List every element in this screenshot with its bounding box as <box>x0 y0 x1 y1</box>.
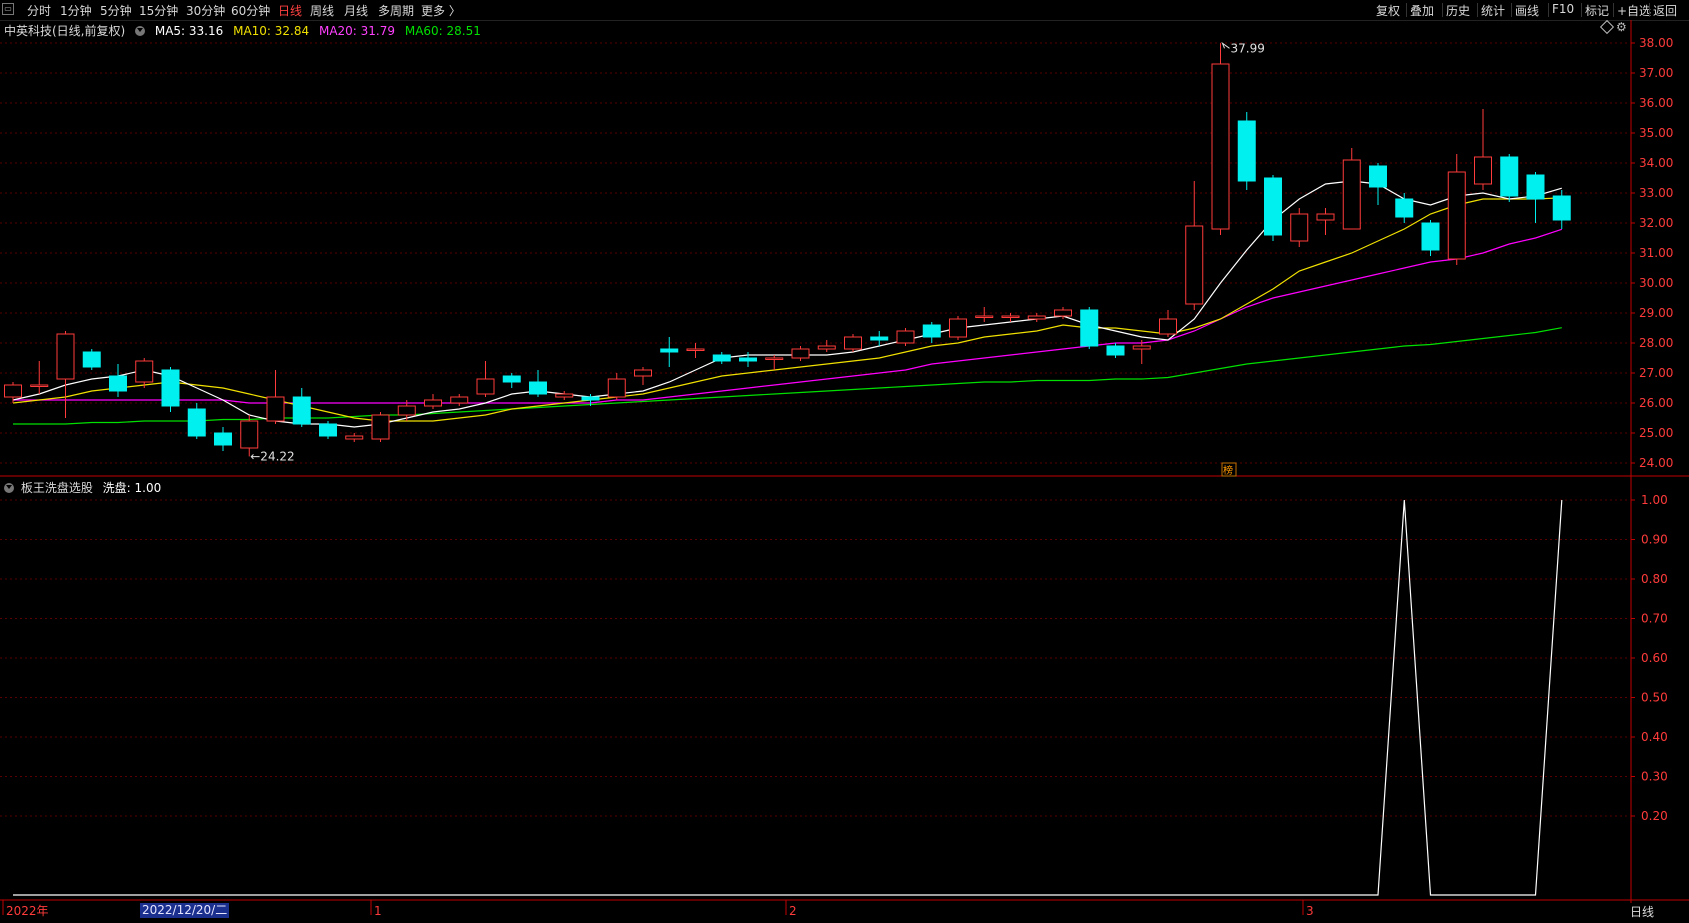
candle-body <box>555 393 574 398</box>
candle-body <box>529 381 547 395</box>
candle-body <box>1159 318 1177 335</box>
candle-body <box>214 432 232 446</box>
candle-body <box>240 420 259 449</box>
low-price-annotation: ←24.22 <box>250 449 294 463</box>
price-tick-label: 35.00 <box>1639 126 1673 140</box>
candle-body <box>266 396 285 422</box>
ma60-line <box>13 327 1562 425</box>
candle-body <box>161 369 180 407</box>
high-price-annotation: 37.99 <box>1231 41 1265 55</box>
price-tick-label: 33.00 <box>1639 186 1673 200</box>
candle-body <box>1132 345 1151 350</box>
candle-body <box>450 396 469 404</box>
candle-body <box>1027 315 1046 320</box>
candle-body <box>1447 171 1466 260</box>
price-tick-label: 30.00 <box>1639 276 1673 290</box>
candle-body <box>975 315 994 318</box>
candle-body <box>56 333 75 380</box>
candle-body <box>345 435 364 440</box>
candle-body <box>4 384 22 398</box>
candle-body <box>476 378 495 395</box>
candle-body <box>82 351 101 368</box>
candle-body <box>1474 156 1492 185</box>
candle-body <box>634 369 652 377</box>
time-label: 3 <box>1306 904 1314 918</box>
candle-body <box>1421 222 1440 251</box>
selected-date: 2022/12/20/二 <box>140 903 230 918</box>
time-label: 2 <box>789 904 797 918</box>
time-label: 1 <box>374 904 382 918</box>
candle-body <box>1290 213 1309 242</box>
candle-body <box>397 405 416 416</box>
indicator-tick-label: 0.60 <box>1641 651 1668 665</box>
candle-body <box>319 423 337 437</box>
candle-body <box>30 384 49 387</box>
period-indicator[interactable]: 日线 <box>1630 903 1654 920</box>
time-label: 2022年 <box>6 904 49 918</box>
candle-body <box>1054 309 1072 317</box>
price-tick-label: 38.00 <box>1639 36 1673 50</box>
ma10-line <box>12 197 1562 422</box>
ma20-line <box>13 228 1562 404</box>
price-tick-label: 34.00 <box>1639 156 1673 170</box>
candle-body <box>870 336 889 341</box>
indicator-tick-label: 1.00 <box>1641 493 1668 507</box>
candle-body <box>896 330 915 344</box>
candle-body <box>712 354 731 362</box>
candle-body <box>371 414 390 440</box>
candle-body <box>739 357 757 362</box>
candle-body <box>844 336 862 350</box>
price-tick-label: 36.00 <box>1639 96 1673 110</box>
candle-body <box>502 375 521 383</box>
candle-body <box>1552 195 1571 221</box>
indicator-tick-label: 0.80 <box>1641 572 1668 586</box>
candle-body <box>817 345 836 350</box>
candle-body <box>1316 213 1335 221</box>
indicator-tick-label: 0.30 <box>1641 770 1668 784</box>
candle-body <box>581 396 600 401</box>
candle-body <box>1211 63 1230 230</box>
indicator-tick-label: 0.70 <box>1641 612 1668 626</box>
candle-body <box>1185 225 1204 305</box>
candle-body <box>135 360 154 383</box>
candle-body <box>686 348 705 351</box>
price-tick-label: 28.00 <box>1639 336 1673 350</box>
candle-body <box>292 396 311 425</box>
candle-body <box>1237 120 1256 182</box>
price-tick-label: 31.00 <box>1639 246 1673 260</box>
indicator-tick-label: 0.20 <box>1641 809 1668 823</box>
candle-body <box>1080 309 1099 347</box>
price-tick-label: 25.00 <box>1639 426 1673 440</box>
candle-body <box>1500 156 1519 197</box>
candle-body <box>1264 177 1282 236</box>
candle-body <box>1106 345 1125 356</box>
price-tick-label: 32.00 <box>1639 216 1673 230</box>
price-tick-label: 37.00 <box>1639 66 1673 80</box>
candle-body <box>1001 315 1020 318</box>
indicator-tick-label: 0.50 <box>1641 691 1668 705</box>
candle-body <box>949 318 967 338</box>
candle-body <box>922 324 941 338</box>
candle-body <box>187 408 206 437</box>
price-tick-label: 27.00 <box>1639 366 1673 380</box>
candle-body <box>1526 174 1545 200</box>
candle-body <box>607 378 626 398</box>
indicator-tick-label: 0.90 <box>1641 533 1668 547</box>
candle-body <box>765 357 784 360</box>
indicator-tick-label: 0.40 <box>1641 730 1668 744</box>
candle-body <box>791 348 810 359</box>
candle-body <box>1342 159 1361 230</box>
price-tick-label: 24.00 <box>1639 456 1673 470</box>
candle-body <box>109 375 127 392</box>
high-arrow-icon <box>1221 41 1230 49</box>
candle-body <box>1369 165 1387 188</box>
stock-chart[interactable]: 38.0037.0036.0035.0034.0033.0032.0031.00… <box>0 0 1689 923</box>
event-marker-label: 榜 <box>1223 464 1233 477</box>
price-tick-label: 26.00 <box>1639 396 1673 410</box>
candle-body <box>1395 198 1414 218</box>
price-tick-label: 29.00 <box>1639 306 1673 320</box>
candle-body <box>424 399 442 407</box>
candle-body <box>660 348 679 353</box>
